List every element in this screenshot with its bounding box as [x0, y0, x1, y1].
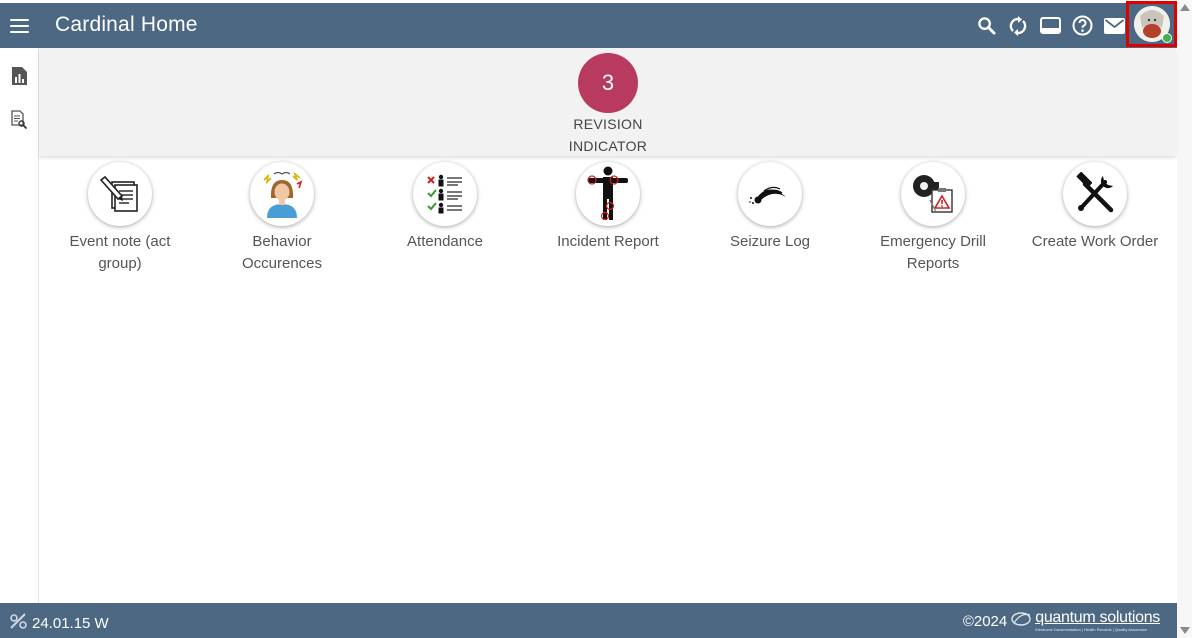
display-icon[interactable] — [1039, 15, 1061, 37]
link-icon — [9, 612, 29, 634]
mail-icon[interactable] — [1103, 15, 1125, 37]
hamburger-icon — [10, 18, 29, 33]
help-icon[interactable] — [1071, 15, 1093, 37]
avatar — [1133, 6, 1172, 43]
version-info: 24.01.15 W — [9, 612, 109, 634]
incident-icon — [576, 162, 640, 226]
brand-logo: ©2024 quantum solutions Electronic Docum… — [963, 610, 1160, 632]
tile-attendance[interactable]: Attendance — [370, 162, 520, 253]
tile-label: Behavior Occurences — [241, 233, 323, 272]
revision-indicator-label: REVISION INDICATOR — [568, 116, 648, 154]
search-icon[interactable] — [975, 15, 997, 37]
tile-behavior-occurences[interactable]: Behavior Occurences — [207, 162, 357, 275]
copyright-text: ©2024 — [962, 612, 1008, 630]
revision-count-badge[interactable]: 3 — [578, 53, 638, 113]
sync-icon[interactable] — [1007, 15, 1029, 37]
user-avatar-button[interactable] — [1126, 1, 1177, 47]
footer-bar: 24.01.15 W ©2024 quantum solutions Elect… — [0, 603, 1177, 638]
brand-name: quantum solutions Electronic Documentati… — [1035, 609, 1160, 632]
online-status-indicator — [1161, 33, 1172, 43]
top-bar: Cardinal Home — [0, 1, 1177, 48]
attendance-icon — [413, 162, 477, 226]
tile-label: Event note (act group) — [69, 233, 171, 272]
behavior-icon — [250, 162, 314, 226]
page-scrollbar[interactable] — [1177, 0, 1192, 638]
tile-emergency-drill-reports[interactable]: Emergency Drill Reports — [858, 162, 1008, 275]
version-text: 24.01.15 W — [32, 614, 109, 632]
scroll-up-arrow-icon[interactable] — [1180, 4, 1190, 11]
document-search-icon[interactable] — [9, 110, 29, 130]
tile-event-note[interactable]: Event note (act group) — [45, 162, 195, 275]
tile-label: Incident Report — [557, 233, 659, 250]
tile-label: Seizure Log — [729, 233, 811, 250]
menu-button[interactable] — [0, 3, 39, 48]
revision-indicator-panel: 3 REVISION INDICATOR — [39, 48, 1176, 156]
quantum-logo-icon — [1010, 610, 1032, 632]
tools-icon — [1063, 162, 1127, 226]
seizure-icon — [738, 162, 802, 226]
event-note-icon — [88, 162, 152, 226]
tile-label: Create Work Order — [1031, 233, 1159, 250]
tile-label: Attendance — [407, 233, 483, 250]
left-rail — [0, 48, 39, 603]
report-chart-icon[interactable] — [9, 66, 29, 86]
emergency-drill-icon — [901, 162, 965, 226]
toolbar-icons — [975, 3, 1125, 48]
module-tiles: Event note (act group) Behavior Occurenc… — [39, 162, 1176, 282]
scroll-down-arrow-icon[interactable] — [1180, 627, 1190, 634]
tile-label: Emergency Drill Reports — [880, 233, 986, 272]
tile-seizure-log[interactable]: Seizure Log — [695, 162, 845, 253]
page-title: Cardinal Home — [55, 13, 198, 36]
tile-incident-report[interactable]: Incident Report — [533, 162, 683, 253]
tile-create-work-order[interactable]: Create Work Order — [1020, 162, 1170, 253]
